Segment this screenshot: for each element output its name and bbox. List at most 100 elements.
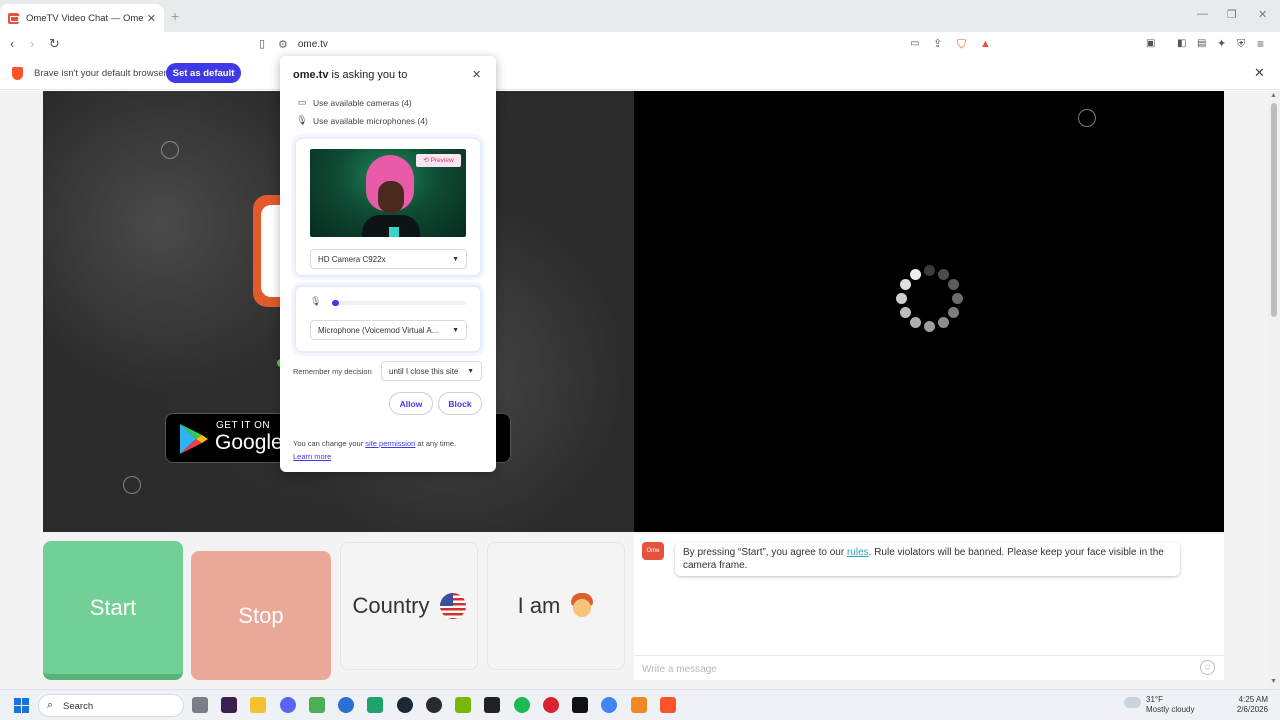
discord-icon[interactable] (280, 697, 296, 713)
preview-badge: ⟲ Preview (416, 154, 461, 167)
spinner-dot (948, 307, 960, 318)
clock-time: 4:25 AM (1238, 695, 1268, 704)
app-icon[interactable] (367, 697, 383, 713)
scroll-up-icon[interactable]: ▲ (1270, 92, 1277, 99)
brave-shields-icon[interactable]: ⛉ (957, 35, 966, 53)
chrome-icon[interactable] (601, 697, 617, 713)
camera-select[interactable]: HD Camera C922x ▼ (310, 249, 467, 269)
vpn-icon[interactable]: ⛨ (1237, 35, 1245, 53)
microphone-select-value: Microphone (Voicemod Virtual A... (318, 325, 439, 335)
tab-ometv[interactable]: OmeTV Video Chat — Omegle R ✕ (0, 4, 164, 32)
bookmark-icon[interactable]: ▯ (259, 35, 265, 53)
extensions-icon[interactable]: ▣ (1146, 35, 1155, 53)
reload-icon[interactable]: ↻ (49, 35, 60, 53)
spinner-icon (123, 476, 141, 494)
spinner-dot (899, 279, 911, 290)
remember-label: Remember my decision (293, 367, 372, 376)
obs-icon[interactable] (426, 697, 442, 713)
page-content: GET IT ON Google Start Stop Country I am… (0, 91, 1268, 689)
spinner-dot (924, 321, 935, 332)
task-view-icon[interactable] (192, 697, 208, 713)
scroll-down-icon[interactable]: ▼ (1270, 678, 1277, 685)
allow-button[interactable]: Allow (389, 392, 433, 415)
cloud-icon (1124, 697, 1141, 708)
next-app-icon[interactable] (221, 697, 237, 713)
permission-popup: ome.tv is asking you to ✕ ▭ Use availabl… (280, 56, 496, 472)
spotify-icon[interactable] (514, 697, 530, 713)
taskbar-search[interactable]: ⌕ Search (38, 694, 184, 717)
url-text: ome.tv (297, 38, 328, 50)
emoji-icon[interactable]: ☺ (1200, 660, 1215, 675)
start-button[interactable]: Start (43, 541, 183, 680)
popup-close-icon[interactable]: ✕ (472, 68, 481, 81)
infobar-close-icon[interactable]: ✕ (1254, 65, 1265, 81)
site-settings-icon[interactable]: ⚙ (278, 38, 288, 51)
tab-title: OmeTV Video Chat — Omegle R (26, 12, 143, 24)
maximize-icon[interactable]: ❐ (1227, 8, 1237, 21)
footer-prefix: You can change your (293, 439, 364, 448)
spinner-icon (1078, 109, 1096, 127)
back-icon[interactable]: ‹ (10, 35, 14, 53)
steam-icon[interactable] (397, 697, 413, 713)
leo-ai-icon[interactable]: ✦ (1217, 35, 1226, 53)
store-big-text: Google (215, 431, 283, 454)
cast-icon[interactable]: ▭ (910, 35, 919, 53)
menu-icon[interactable]: ≡ (1257, 35, 1264, 53)
forward-icon[interactable]: › (30, 35, 34, 53)
brave-rewards-icon[interactable]: ▲ (980, 35, 991, 53)
sidebar-icon[interactable]: ◧ (1177, 35, 1186, 53)
share-icon[interactable]: ⇪ (933, 35, 942, 53)
block-button[interactable]: Block (438, 392, 482, 415)
windows-start-icon[interactable] (14, 698, 29, 713)
site-permission-link[interactable]: site permission (365, 439, 415, 448)
country-button[interactable]: Country (340, 542, 478, 670)
learn-more-link[interactable]: Learn more (293, 452, 331, 461)
search-label: Search (63, 701, 94, 712)
weather-desc: Mostly cloudy (1146, 705, 1195, 714)
app-icon[interactable] (631, 697, 647, 713)
store-small-text: GET IT ON (216, 420, 271, 431)
page-scrollbar[interactable]: ▲ ▼ (1268, 91, 1280, 689)
chevron-down-icon: ▼ (452, 326, 459, 334)
app-icon[interactable] (543, 697, 559, 713)
scrollbar-thumb[interactable] (1271, 103, 1277, 317)
spinner-dot (899, 307, 911, 318)
capcut-icon[interactable] (484, 697, 500, 713)
loading-spinner-icon (892, 261, 968, 337)
tiktok-icon[interactable] (572, 697, 588, 713)
microphone-select[interactable]: Microphone (Voicemod Virtual A... ▼ (310, 320, 467, 340)
address-bar[interactable]: ⚙ ome.tv (278, 34, 998, 54)
taskbar-clock[interactable]: 4:25 AM 2/6/2026 (1222, 695, 1268, 715)
remember-select-value: until I close this site (389, 366, 459, 376)
stop-label: Stop (238, 602, 284, 628)
app-icon[interactable] (338, 697, 354, 713)
boy-face-icon (570, 593, 594, 619)
nvidia-icon[interactable] (455, 697, 471, 713)
popup-site: ome.tv (293, 69, 329, 81)
footer-suffix: at any time. (417, 439, 457, 448)
spinner-icon (161, 141, 179, 159)
start-label: Start (89, 594, 137, 620)
microphone-permission: 🎙 Use available microphones (4) (296, 115, 428, 126)
spinner-dot (938, 317, 949, 329)
stop-button[interactable]: Stop (191, 551, 331, 680)
rules-link[interactable]: rules (847, 547, 869, 558)
remember-select[interactable]: until I close this site ▼ (381, 361, 482, 381)
window-close-icon[interactable]: ✕ (1258, 8, 1267, 21)
camera-box: ⟲ Preview HD Camera C922x ▼ (294, 137, 482, 277)
brave-logo-icon (12, 67, 23, 80)
file-explorer-icon[interactable] (250, 697, 266, 713)
mic-level-fill (332, 300, 339, 306)
gender-button[interactable]: I am (487, 542, 625, 670)
wallet-icon[interactable]: ▤ (1197, 35, 1206, 53)
search-icon: ⌕ (47, 699, 54, 711)
new-tab-icon[interactable]: + (171, 8, 179, 24)
set-default-button[interactable]: Set as default (166, 63, 241, 83)
brave-icon[interactable] (660, 697, 676, 713)
spinner-dot (910, 317, 921, 329)
message-input[interactable]: Write a message ☺ (634, 655, 1224, 680)
minimize-icon[interactable]: — (1197, 8, 1208, 20)
app-icon[interactable] (309, 697, 325, 713)
tab-close-icon[interactable]: ✕ (147, 12, 156, 25)
popup-title: ome.tv is asking you to (293, 69, 407, 81)
